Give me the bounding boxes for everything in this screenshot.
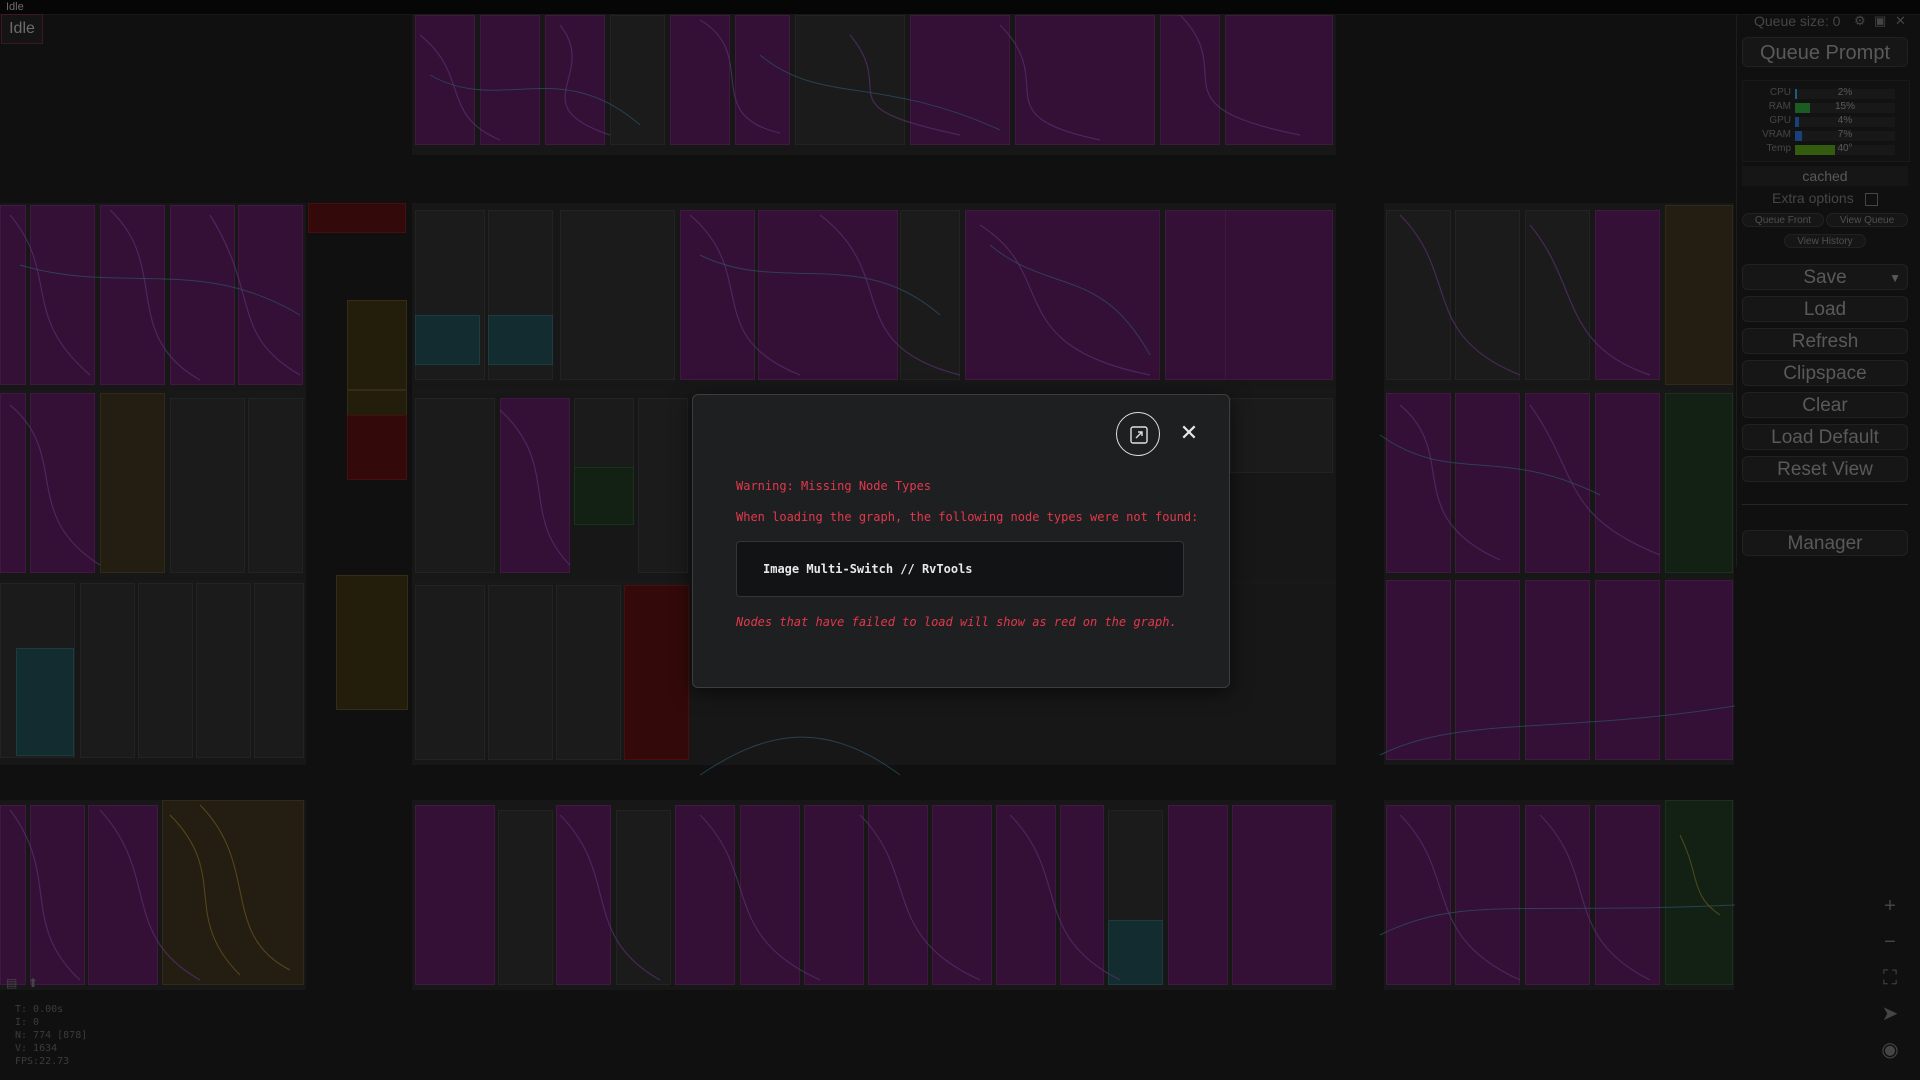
expand-button[interactable] bbox=[1116, 412, 1160, 456]
dialog-description: When loading the graph, the following no… bbox=[736, 510, 1199, 524]
missing-node-item: Image Multi-Switch // RvTools bbox=[763, 562, 973, 576]
close-dialog-icon[interactable]: ✕ bbox=[1178, 422, 1200, 444]
dialog-footer: Nodes that have failed to load will show… bbox=[736, 615, 1177, 629]
dialog-title: Warning: Missing Node Types bbox=[736, 479, 932, 493]
missing-node-list: Image Multi-Switch // RvTools bbox=[736, 541, 1184, 597]
maximize-icon bbox=[1130, 426, 1148, 444]
